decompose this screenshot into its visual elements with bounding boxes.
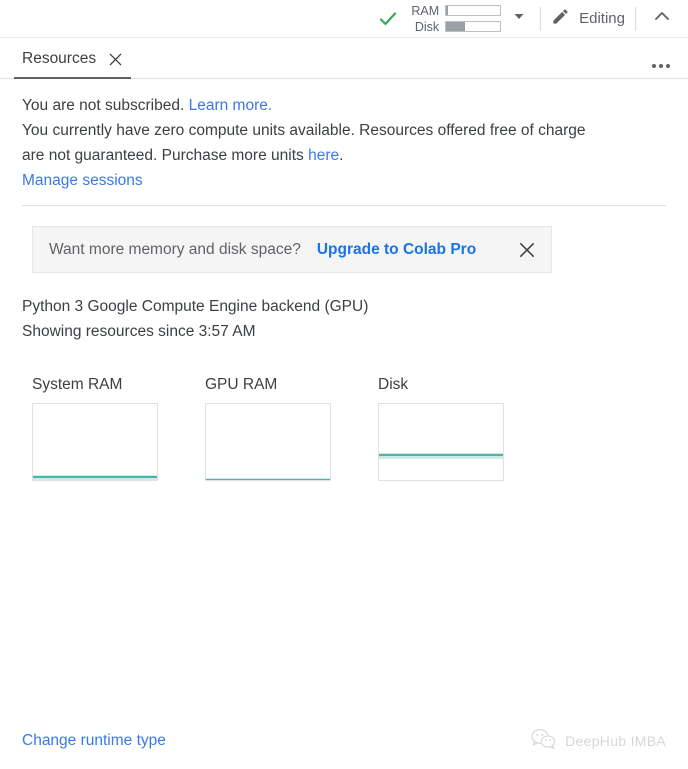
- chart-system-ram-title: System RAM: [32, 376, 123, 393]
- more-options-icon[interactable]: [652, 64, 670, 68]
- ram-meter-row: RAM: [405, 3, 502, 18]
- chevron-up-icon: [652, 6, 672, 31]
- top-status-bar: RAM Disk Editing: [0, 0, 688, 38]
- watermark: DeepHub IMBA: [531, 728, 666, 755]
- more-options-dot: [666, 64, 670, 68]
- resource-meters: RAM Disk: [405, 3, 502, 34]
- green-check-icon: [378, 9, 398, 29]
- resources-since-text: Showing resources since 3:57 AM: [22, 323, 256, 340]
- subscription-info: You are not subscribed. Learn more. You …: [22, 93, 666, 193]
- more-options-dot: [652, 64, 656, 68]
- chart-gpu-ram-plot[interactable]: [205, 403, 331, 481]
- caret-down-icon[interactable]: [512, 9, 526, 28]
- pencil-icon: [551, 7, 570, 31]
- purchase-period: .: [339, 147, 344, 164]
- disk-meter-fill: [446, 22, 466, 31]
- watermark-text: DeepHub IMBA: [565, 733, 666, 749]
- disk-meter-row: Disk: [405, 19, 502, 34]
- section-divider: [22, 205, 666, 206]
- close-icon[interactable]: [107, 51, 123, 67]
- chart-gpu-ram-title: GPU RAM: [205, 376, 278, 393]
- chart-gpu-ram-line: [206, 479, 330, 480]
- upgrade-promo-banner: Want more memory and disk space? Upgrade…: [32, 226, 552, 273]
- toolbar-divider-1: [540, 6, 542, 31]
- ram-meter-track: [445, 5, 502, 16]
- editing-label: Editing: [579, 10, 625, 27]
- upgrade-to-colab-pro-link[interactable]: Upgrade to Colab Pro: [317, 241, 476, 259]
- subscription-line-3: are not guaranteed. Purchase more units …: [22, 143, 666, 168]
- wechat-logo-icon: [531, 728, 557, 755]
- ram-meter-fill: [446, 6, 449, 15]
- learn-more-link[interactable]: Learn more.: [189, 97, 273, 114]
- resource-charts: System RAM GPU RAM Disk: [22, 376, 666, 481]
- chart-disk-plot[interactable]: [378, 403, 504, 481]
- purchase-units-text: are not guaranteed. Purchase more units: [22, 147, 304, 164]
- change-runtime-type-link[interactable]: Change runtime type: [22, 732, 166, 750]
- toolbar-divider-2: [635, 6, 636, 31]
- disk-meter-track: [445, 21, 502, 32]
- tab-resources[interactable]: Resources: [14, 50, 132, 79]
- subscription-line-2: You currently have zero compute units av…: [22, 122, 586, 139]
- promo-question-text: Want more memory and disk space?: [49, 240, 301, 258]
- editing-mode-button[interactable]: Editing: [551, 7, 625, 31]
- not-subscribed-text: You are not subscribed.: [22, 97, 185, 114]
- backend-info: Python 3 Google Compute Engine backend (…: [22, 294, 666, 344]
- panel-footer: Change runtime type DeepHub IMBA: [0, 713, 688, 769]
- close-icon[interactable]: [517, 240, 537, 260]
- more-options-dot: [659, 64, 663, 68]
- collapse-panel-button[interactable]: [646, 4, 678, 33]
- disk-label: Disk: [414, 19, 440, 34]
- chart-system-ram-line: [33, 476, 157, 479]
- chart-gpu-ram: GPU RAM: [205, 376, 331, 481]
- chart-system-ram: System RAM: [32, 376, 158, 481]
- manage-sessions-line: Manage sessions: [22, 168, 666, 193]
- chart-system-ram-plot[interactable]: [32, 403, 158, 481]
- tab-bar: Resources: [0, 38, 688, 79]
- tab-resources-label: Resources: [22, 50, 97, 67]
- purchase-here-link[interactable]: here: [308, 147, 339, 164]
- resources-panel: You are not subscribed. Learn more. You …: [0, 93, 688, 481]
- backend-type-text: Python 3 Google Compute Engine backend (…: [22, 298, 369, 315]
- manage-sessions-link[interactable]: Manage sessions: [22, 172, 143, 189]
- subscription-line-1: You are not subscribed. Learn more.: [22, 93, 666, 118]
- ram-label: RAM: [411, 3, 440, 18]
- resource-status-group[interactable]: RAM Disk: [378, 4, 530, 34]
- chart-disk-line: [379, 454, 503, 457]
- chart-disk: Disk: [378, 376, 504, 481]
- chart-disk-title: Disk: [378, 376, 409, 393]
